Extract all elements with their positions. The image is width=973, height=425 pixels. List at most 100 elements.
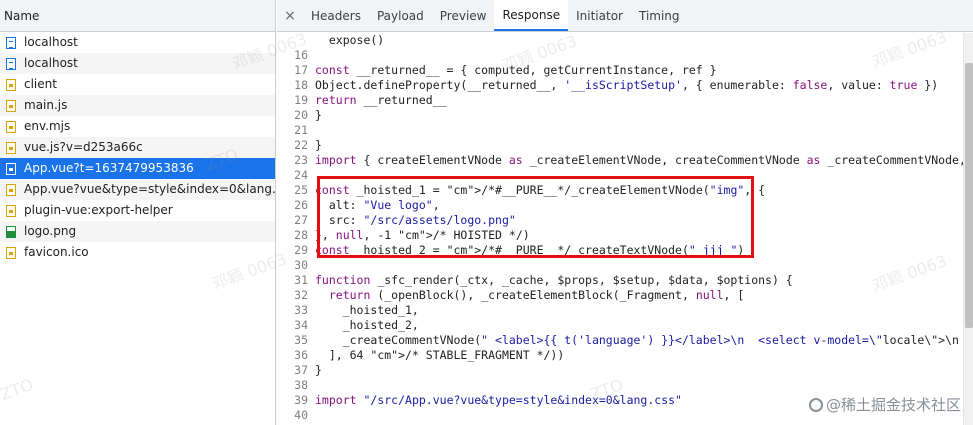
- code-text: }: [315, 108, 322, 122]
- code-line: 28}, null, -1 "cm">/* HOISTED */): [277, 228, 973, 243]
- code-text: return (_openBlock(), _createElementBloc…: [328, 288, 745, 302]
- file-list-item[interactable]: logo.png: [0, 221, 275, 242]
- line-number: 21: [294, 123, 308, 137]
- tab-headers[interactable]: Headers: [303, 0, 369, 31]
- network-file-list-panel: Name localhost localhost client main.js env.…: [0, 0, 276, 425]
- script-icon: [6, 246, 16, 259]
- code-line: 26 alt: "Vue logo",: [277, 198, 973, 213]
- image-icon: [6, 225, 16, 238]
- line-number: 29: [294, 243, 308, 257]
- file-list-item[interactable]: client: [0, 74, 275, 95]
- tab-initiator[interactable]: Initiator: [568, 0, 631, 31]
- tab-response[interactable]: Response: [494, 0, 569, 31]
- line-number: 20: [294, 108, 308, 122]
- line-number: 16: [294, 48, 308, 62]
- line-number: [277, 33, 315, 48]
- code-line: 34 _hoisted_2,: [277, 318, 973, 333]
- file-list: localhost localhost client main.js env.mjs vu…: [0, 32, 275, 263]
- code-line: 35 _createCommentVNode(" <label>{{ t('la…: [277, 333, 973, 348]
- code-text: const _hoisted_2 = "cm">/*#__PURE__*/_cr…: [315, 243, 745, 257]
- script-icon: [6, 204, 16, 217]
- script-icon: [6, 78, 16, 91]
- code-line: 23 import { createElementVNode as _create…: [277, 153, 973, 168]
- code-line: 20}: [277, 108, 973, 123]
- file-list-item[interactable]: localhost: [0, 53, 275, 74]
- vertical-scrollbar[interactable]: [963, 33, 973, 425]
- line-number: 32: [294, 288, 308, 302]
- line-number: 23: [294, 153, 308, 167]
- line-number: 24: [294, 168, 308, 182]
- line-number: 30: [294, 258, 308, 272]
- code-line: 19 return __returned__: [277, 93, 973, 108]
- scrollbar-thumb[interactable]: [965, 63, 973, 328]
- code-text: _hoisted_1,: [315, 303, 419, 317]
- code-line: 29 const _hoisted_2 = "cm">/*#__PURE__*/_…: [277, 243, 973, 258]
- tab-payload[interactable]: Payload: [369, 0, 432, 31]
- file-list-item[interactable]: App.vue?vue&type=style&index=0&lang.css: [0, 179, 275, 200]
- line-number: 26: [294, 198, 308, 212]
- file-name: App.vue?vue&type=style&index=0&lang.css: [24, 182, 276, 196]
- file-name: client: [24, 77, 57, 91]
- site-watermark-brand: @稀土掘金技术社区: [808, 394, 961, 415]
- line-number: 25: [294, 183, 308, 197]
- document-icon: [6, 36, 16, 49]
- file-list-item[interactable]: env.mjs: [0, 116, 275, 137]
- tab-preview[interactable]: Preview: [432, 0, 495, 31]
- line-number: 38: [294, 378, 308, 392]
- file-name: vue.js?v=d253a66c: [24, 140, 143, 154]
- code-line: 33 _hoisted_1,: [277, 303, 973, 318]
- code-line: 21: [277, 123, 973, 138]
- line-number: 37: [294, 363, 308, 377]
- name-column-header[interactable]: Name: [0, 0, 275, 32]
- file-list-item[interactable]: plugin-vue:export-helper: [0, 200, 275, 221]
- code-text: Object.defineProperty(__returned__, '__i…: [315, 78, 939, 92]
- code-line: 31 function _sfc_render(_ctx, _cache, $pr…: [277, 273, 973, 288]
- code-line: 27 src: "/src/assets/logo.png": [277, 213, 973, 228]
- line-number: 27: [294, 213, 308, 227]
- request-details-panel: × Headers Payload Preview Response Initiator…: [277, 0, 973, 425]
- script-icon: [6, 162, 16, 175]
- code-text: src: "/src/assets/logo.png": [315, 213, 516, 227]
- code-text: alt: "Vue logo",: [315, 198, 440, 212]
- code-text: return __returned__: [315, 93, 447, 107]
- code-line: 37}: [277, 363, 973, 378]
- code-text: expose(): [315, 33, 385, 47]
- code-text: }: [315, 138, 322, 152]
- file-list-item[interactable]: main.js: [0, 95, 275, 116]
- code-line: 18 Object.defineProperty(__returned__, '_…: [277, 78, 973, 93]
- response-code-viewer[interactable]: expose() 16 17 const __returned__ = { compu…: [277, 33, 973, 425]
- line-number: 40: [294, 408, 308, 422]
- code-line: 17 const __returned__ = { computed, getCu…: [277, 63, 973, 78]
- file-name: logo.png: [24, 224, 77, 238]
- script-icon: [6, 120, 16, 133]
- file-name: main.js: [24, 98, 68, 112]
- code-text: const _hoisted_1 = "cm">/*#__PURE__*/_cr…: [315, 183, 766, 197]
- line-number: 36: [294, 348, 308, 362]
- tab-timing[interactable]: Timing: [631, 0, 688, 31]
- line-number: 34: [294, 318, 308, 332]
- code-line: 38: [277, 378, 973, 393]
- line-number: 28: [294, 228, 308, 242]
- code-line: expose(): [277, 33, 973, 48]
- code-line: 36 ], 64 "cm">/* STABLE_FRAGMENT */)): [277, 348, 973, 363]
- file-list-item[interactable]: localhost: [0, 32, 275, 53]
- line-number: 17: [294, 63, 308, 77]
- file-list-item[interactable]: App.vue?t=1637479953836: [0, 158, 275, 179]
- line-number: 39: [294, 393, 308, 407]
- file-name: env.mjs: [24, 119, 71, 133]
- code-text: const __returned__ = { computed, getCurr…: [315, 63, 717, 77]
- script-icon: [6, 99, 16, 112]
- script-icon: [6, 141, 16, 154]
- line-number: 35: [294, 333, 308, 347]
- file-list-item[interactable]: favicon.ico: [0, 242, 275, 263]
- code-line: 22}: [277, 138, 973, 153]
- code-line: 25 const _hoisted_1 = "cm">/*#__PURE__*/_…: [277, 183, 973, 198]
- code-text: }: [315, 363, 322, 377]
- code-text: import { createElementVNode as _createEl…: [315, 153, 973, 167]
- code-line: 24: [277, 168, 973, 183]
- file-list-item[interactable]: vue.js?v=d253a66c: [0, 137, 275, 158]
- close-icon[interactable]: ×: [277, 0, 303, 31]
- file-name: localhost: [24, 35, 78, 49]
- line-number: 22: [294, 138, 308, 152]
- line-number: 33: [294, 303, 308, 317]
